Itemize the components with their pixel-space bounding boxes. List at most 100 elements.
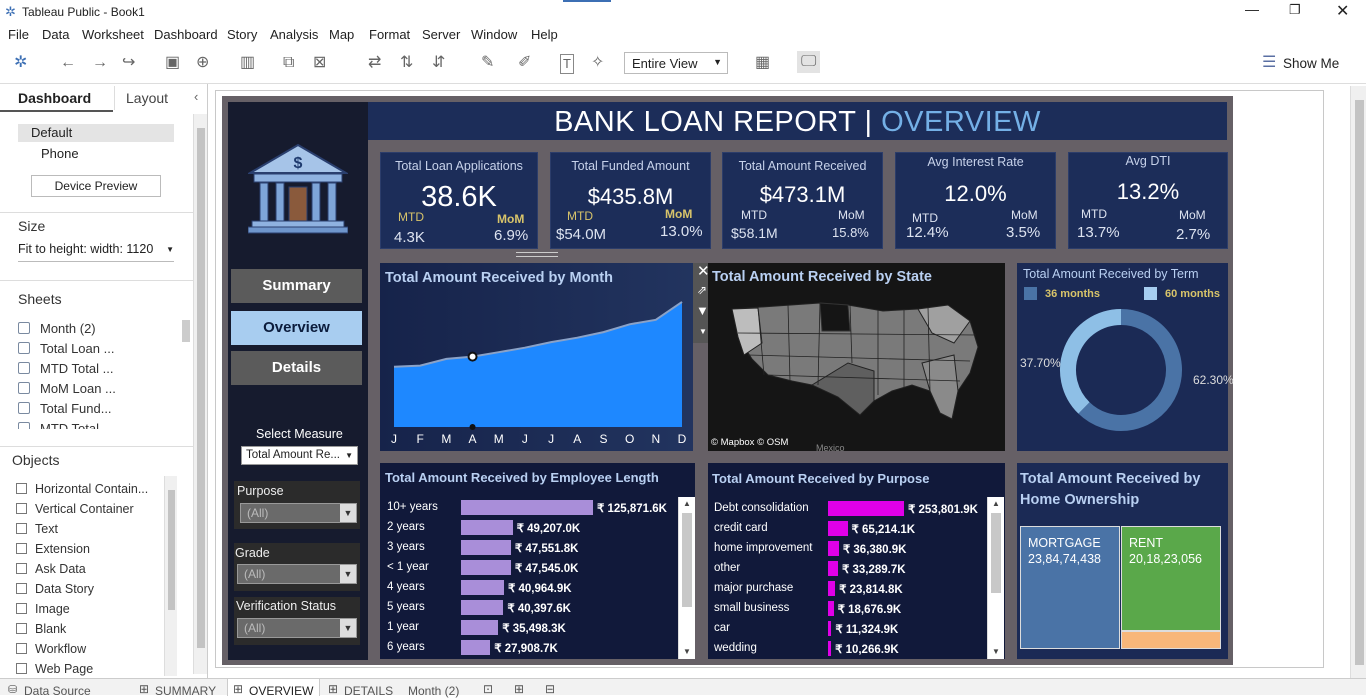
object-blank[interactable]: Blank <box>16 622 66 636</box>
show-me-button[interactable]: Show Me <box>1283 56 1339 71</box>
select-measure-dropdown[interactable]: Total Amount Re... ▼ <box>241 446 358 465</box>
tableau-home-icon[interactable]: ✲ <box>14 54 27 72</box>
month-chart-panel[interactable]: Total Amount Received by Month JFMAMJJAS… <box>380 263 693 451</box>
text-icon[interactable]: T <box>560 54 574 74</box>
scroll-down-icon[interactable]: ▼ <box>683 647 691 656</box>
sheet-item[interactable]: Month (2) <box>18 321 96 336</box>
bar[interactable] <box>461 620 499 635</box>
object-web-page[interactable]: Web Page <box>16 662 93 676</box>
close-window-icon[interactable]: ✕ <box>1336 1 1349 21</box>
redo-icon[interactable]: ↪ <box>122 54 135 72</box>
sheet-item[interactable]: MoM Loan ... <box>18 381 116 396</box>
tab-dashboard[interactable]: Dashboard <box>18 90 91 106</box>
bar[interactable] <box>461 500 593 515</box>
highlight-icon[interactable]: ✎ <box>481 54 494 72</box>
bar[interactable] <box>828 541 839 556</box>
purpose-filter-select[interactable]: (All) ▼ <box>240 503 357 523</box>
bar[interactable] <box>828 641 832 656</box>
sheet-item[interactable]: Total Loan ... <box>18 341 114 356</box>
object-image[interactable]: Image <box>16 602 70 616</box>
new-dashboard-icon[interactable]: ⊞ <box>514 682 524 696</box>
verification-filter-select[interactable]: (All) ▼ <box>237 618 357 638</box>
menu-analysis[interactable]: Analysis <box>270 27 318 42</box>
clear-sheet-icon[interactable]: ⊠ <box>313 54 326 72</box>
view-select[interactable]: Entire View ▼ <box>624 52 728 74</box>
show-me-icon[interactable]: ☰ <box>1262 54 1276 72</box>
bar[interactable] <box>828 521 848 536</box>
sheet-item[interactable]: Total Fund... <box>18 401 112 416</box>
size-select[interactable]: Fit to height: width: 1120 ▼ <box>18 242 174 262</box>
bar[interactable] <box>461 580 504 595</box>
go-to-sheet-icon[interactable]: ⇗ <box>697 283 707 297</box>
kpi-avg-interest-rate[interactable]: Avg Interest Rate 12.0% MTD MoM 12.4% 3.… <box>895 152 1056 249</box>
menu-file[interactable]: File <box>8 27 29 42</box>
bar[interactable] <box>828 561 838 576</box>
menu-server[interactable]: Server <box>422 27 460 42</box>
grade-filter-select[interactable]: (All) ▼ <box>237 564 357 584</box>
tab-details[interactable]: DETAILS <box>344 684 393 698</box>
restore-icon[interactable]: ❐ <box>1289 2 1301 18</box>
object-vertical-container[interactable]: Vertical Container <box>16 502 134 516</box>
attach-icon[interactable]: ✐ <box>518 54 531 72</box>
tab-month[interactable]: Month (2) <box>408 684 459 698</box>
details-button[interactable]: Details <box>231 351 362 385</box>
swap-icon[interactable]: ⇄ <box>368 54 381 72</box>
bar[interactable] <box>461 560 511 575</box>
new-sheet-icon[interactable]: ▥ <box>240 54 255 72</box>
menu-story[interactable]: Story <box>227 27 257 42</box>
canvas-scrollbar[interactable] <box>1350 86 1366 678</box>
more-options-icon[interactable]: ▼ <box>699 327 707 336</box>
menu-worksheet[interactable]: Worksheet <box>82 27 144 42</box>
add-datasource-icon[interactable]: ⊕ <box>196 54 209 72</box>
duplicate-icon[interactable]: ⧉ <box>283 54 294 72</box>
bar[interactable] <box>461 540 511 555</box>
bar[interactable] <box>828 581 836 596</box>
home-ownership-panel[interactable]: Total Amount Received by Home Ownership … <box>1017 463 1228 659</box>
scroll-up-icon[interactable]: ▲ <box>992 499 1000 508</box>
menu-dashboard[interactable]: Dashboard <box>154 27 218 42</box>
back-icon[interactable]: ← <box>60 54 76 72</box>
bar[interactable] <box>828 601 834 616</box>
device-preview-button[interactable]: Device Preview <box>31 175 161 197</box>
sort-desc-icon[interactable]: ⇵ <box>432 54 445 72</box>
tab-data-source[interactable]: Data Source <box>24 684 91 698</box>
sheets-scrollbar[interactable] <box>182 320 190 342</box>
sheet-item[interactable]: MTD Total ... <box>18 361 113 376</box>
object-ask-data[interactable]: Ask Data <box>16 562 86 576</box>
term-chart-panel[interactable]: Total Amount Received by Term 36 months … <box>1017 263 1234 451</box>
bar[interactable] <box>461 640 491 655</box>
treemap-mortgage[interactable]: MORTGAGE 23,84,74,438 <box>1020 526 1120 649</box>
forward-icon[interactable]: → <box>92 54 108 72</box>
minimize-icon[interactable]: — <box>1245 1 1259 17</box>
kpi-total-funded-amount[interactable]: Total Funded Amount $435.8M MTD MoM $54.… <box>550 152 711 249</box>
bar[interactable] <box>461 520 513 535</box>
object-data-story[interactable]: Data Story <box>16 582 94 596</box>
overview-button[interactable]: Overview <box>231 311 362 345</box>
bar[interactable] <box>461 600 504 615</box>
collapse-pane-icon[interactable]: ‹ <box>194 89 198 104</box>
new-story-icon[interactable]: ⊟ <box>545 682 555 696</box>
sort-asc-icon[interactable]: ⇅ <box>400 54 413 72</box>
kpi-total-amount-received[interactable]: Total Amount Received $473.1M MTD MoM $5… <box>722 152 883 249</box>
state-map-panel[interactable]: © Mapbox © OSM Mexico Total Amount Recei… <box>708 263 1005 453</box>
object-workflow[interactable]: Workflow <box>16 642 86 656</box>
summary-button[interactable]: Summary <box>231 269 362 303</box>
cards-icon[interactable]: ▦ <box>755 54 770 72</box>
kpi-total-loan-applications[interactable]: Total Loan Applications 38.6K MTD MoM 4.… <box>380 152 538 249</box>
device-default[interactable]: Default <box>18 124 174 142</box>
save-icon[interactable]: ▣ <box>165 54 180 72</box>
object-horizontal-container[interactable]: Horizontal Contain... <box>16 482 148 496</box>
tab-overview[interactable]: OVERVIEW <box>249 684 313 698</box>
device-phone[interactable]: Phone <box>41 146 79 161</box>
new-worksheet-icon[interactable]: ⊡ <box>483 682 493 696</box>
objects-scrollbar[interactable] <box>164 476 177 676</box>
pin-icon[interactable]: ✧ <box>591 54 604 72</box>
treemap-rent[interactable]: RENT 20,18,23,056 <box>1121 526 1221 631</box>
sheet-item[interactable]: MTD Total <box>18 421 99 429</box>
tab-layout[interactable]: Layout <box>126 90 168 106</box>
tab-summary[interactable]: SUMMARY <box>155 684 216 698</box>
employee-chart-panel[interactable]: Total Amount Received by Employee Length… <box>380 463 695 659</box>
menu-format[interactable]: Format <box>369 27 410 42</box>
presentation-icon[interactable]: 🖵 <box>797 51 821 73</box>
bar[interactable] <box>828 501 904 516</box>
